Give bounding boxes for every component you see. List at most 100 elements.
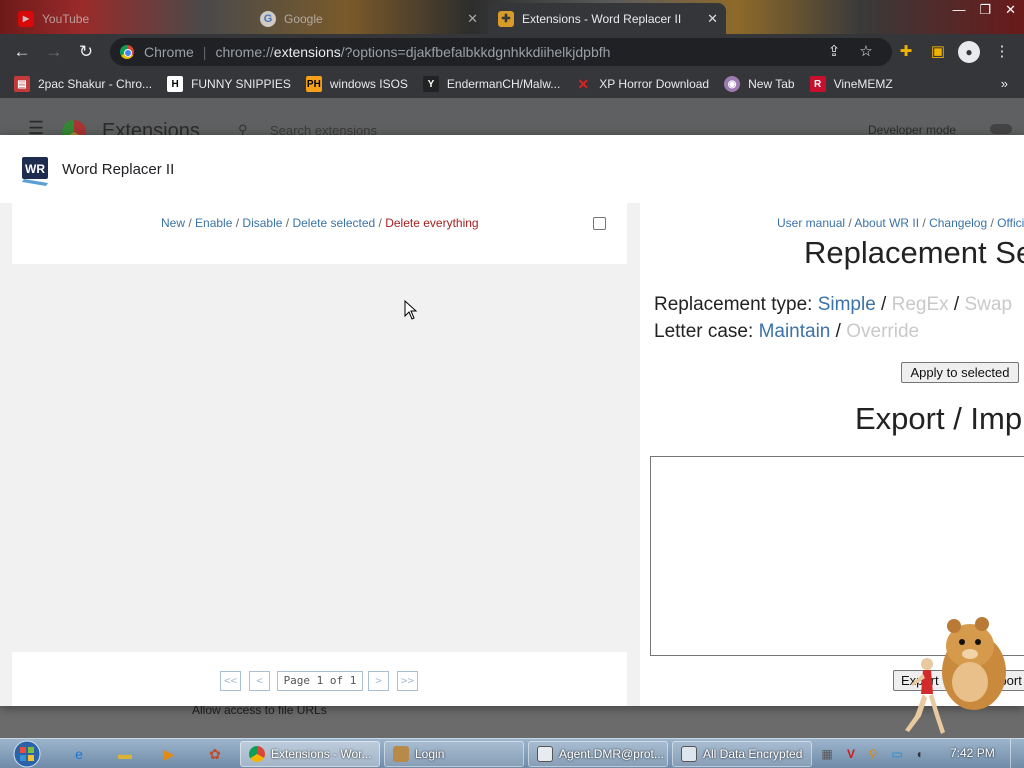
enable-link[interactable]: Enable <box>195 216 232 230</box>
new-link[interactable]: New <box>161 216 185 230</box>
bookmark-item[interactable]: R VineMEMZ <box>809 76 893 92</box>
tab-title: Extensions - Word Replacer II <box>522 11 682 26</box>
delete-everything-link[interactable]: Delete everything <box>385 216 478 230</box>
action-separator: / <box>282 216 293 230</box>
h-icon: H <box>167 76 184 92</box>
window-icon <box>681 746 697 762</box>
prev-page-button[interactable]: < <box>249 671 270 691</box>
taskbar-item-chrome[interactable]: Extensions - Wor... <box>240 741 380 767</box>
forward-arrow-icon[interactable]: → <box>44 42 64 62</box>
v-tray-icon[interactable]: V <box>844 747 858 761</box>
dialog-title: Word Replacer II <box>62 161 175 178</box>
bookmark-label: windows ISOS <box>329 77 408 91</box>
volume-icon[interactable]: ◖ <box>912 747 926 761</box>
replacement-settings-heading: Replacement Se <box>804 235 1024 270</box>
close-tab-icon[interactable]: ✕ <box>467 11 478 27</box>
puzzle-icon: ✚ <box>498 10 514 27</box>
word-replacer-logo-icon: WR <box>22 157 48 186</box>
bookmark-item[interactable]: Y EndermanCH/Malw... <box>422 76 560 92</box>
mouse-cursor-icon <box>404 300 418 320</box>
action-separator: / <box>185 216 196 230</box>
export-import-heading: Export / Imp <box>855 401 1023 436</box>
r-icon: R <box>809 76 826 92</box>
replacement-type-label: Replacement type: <box>654 294 818 315</box>
display-icon[interactable]: ▭ <box>890 747 904 761</box>
network-icon[interactable]: ▦ <box>820 747 834 761</box>
first-page-button[interactable]: << <box>220 671 241 691</box>
action-separator: / <box>375 216 386 230</box>
bookmark-label: FUNNY SNIPPIES <box>191 77 291 91</box>
taskbar-item-window[interactable]: All Data Encrypted <box>672 741 812 767</box>
official-link[interactable]: Offici <box>997 216 1024 230</box>
override-option[interactable]: Override <box>846 321 919 342</box>
next-page-button[interactable]: > <box>368 671 389 691</box>
yp-icon: Y <box>422 76 439 92</box>
globe-icon: ◉ <box>724 76 741 92</box>
dialog-body: New / Enable / Disable / Delete selected… <box>0 203 1024 706</box>
regex-option[interactable]: RegEx <box>892 294 949 315</box>
back-arrow-icon[interactable]: ← <box>12 42 32 62</box>
show-desktop-button[interactable] <box>1010 739 1024 768</box>
disable-link[interactable]: Disable <box>242 216 282 230</box>
hamster-sprite <box>942 617 1006 710</box>
close-window-icon[interactable]: ✕ <box>1005 2 1016 18</box>
media-player-icon[interactable]: ▶ <box>160 745 178 763</box>
info-links: User manual / About WR II / Changelog / … <box>777 216 1024 230</box>
last-page-button[interactable]: >> <box>397 671 418 691</box>
changelog-link[interactable]: Changelog <box>929 216 987 230</box>
window-controls: — ❐ ✕ <box>952 2 1016 18</box>
address-bar[interactable]: Chrome | chrome://extensions/?options=dj… <box>110 38 892 66</box>
options-dialog: WR Word Replacer II New / Enable / Disab… <box>0 135 1024 706</box>
star-icon[interactable]: ☆ <box>856 42 876 62</box>
close-tab-icon[interactable]: ✕ <box>707 11 718 27</box>
url-path: /?options=djakfbefalbkkdgnhkkdiihelkjdpb… <box>340 44 611 60</box>
developer-mode-toggle[interactable] <box>990 124 1012 134</box>
simple-option[interactable]: Simple <box>818 294 876 315</box>
bookmark-item[interactable]: PH windows ISOS <box>305 76 408 92</box>
start-button-icon[interactable] <box>10 739 44 768</box>
search-tray-icon[interactable]: ⚲ <box>866 747 880 761</box>
user-manual-link[interactable]: User manual <box>777 216 845 230</box>
bookmark-item[interactable]: H FUNNY SNIPPIES <box>167 76 291 92</box>
tab-strip: ▶ YouTube G Google ✕ ✚ Extensions - Word… <box>0 0 1024 34</box>
address-separator: | <box>202 44 207 60</box>
bookmarks-overflow-icon[interactable]: » <box>1001 76 1008 91</box>
internet-explorer-icon[interactable]: e <box>70 745 88 763</box>
app-launcher-icon[interactable]: ✿ <box>206 745 224 763</box>
tab-extensions[interactable]: ✚ Extensions - Word Replacer II ✕ <box>488 3 726 34</box>
folder-icon[interactable]: ▬ <box>116 745 134 763</box>
taskbar-item-login[interactable]: Login <box>384 741 524 767</box>
side-panel-icon[interactable]: ▣ <box>928 42 948 62</box>
extensions-puzzle-icon[interactable]: ✚ <box>896 42 916 62</box>
x-icon: ✕ <box>577 75 590 92</box>
page-indicator: Page 1 of 1 <box>277 671 363 691</box>
minimize-icon[interactable]: — <box>952 2 965 18</box>
bookmark-item[interactable]: ◉ New Tab <box>724 76 795 92</box>
tab-google[interactable]: G Google ✕ <box>250 3 486 34</box>
more-menu-icon[interactable]: ⋮ <box>992 42 1012 62</box>
bookmark-item[interactable]: ▤ 2pac Shakur - Chro... <box>14 76 152 92</box>
about-link[interactable]: About WR II <box>854 216 919 230</box>
chrome-icon <box>249 746 265 762</box>
swap-option[interactable]: Swap <box>965 294 1013 315</box>
bookmark-item[interactable]: ✕ XP Horror Download <box>575 76 709 92</box>
delete-selected-link[interactable]: Delete selected <box>292 216 375 230</box>
bookmark-label: New Tab <box>748 77 795 91</box>
replacement-type-row: Replacement type: Simple / RegEx / Swap <box>654 294 1013 315</box>
task-label: All Data Encrypted <box>703 747 803 761</box>
tab-youtube[interactable]: ▶ YouTube <box>8 3 248 34</box>
share-icon[interactable]: ⇪ <box>824 42 844 62</box>
apply-to-selected-button[interactable]: Apply to selected <box>901 362 1019 383</box>
list-actions: New / Enable / Disable / Delete selected… <box>161 216 479 230</box>
taskbar-item-mail[interactable]: Agent.DMR@prot... <box>528 741 668 767</box>
dialog-header: WR Word Replacer II <box>0 135 1024 203</box>
extensions-header: ☰ Extensions ⚲ Search extensions Develop… <box>0 98 1024 144</box>
maximize-icon[interactable]: ❐ <box>979 2 991 18</box>
reload-icon[interactable]: ↻ <box>76 42 96 62</box>
maintain-option[interactable]: Maintain <box>759 321 831 342</box>
clock[interactable]: 7:42 PM <box>950 746 995 760</box>
profile-avatar-icon[interactable]: ● <box>958 41 980 63</box>
select-all-checkbox[interactable] <box>593 217 606 230</box>
windows-taskbar: e ▬ ▶ ✿ Extensions - Wor... Login Agent.… <box>0 738 1024 768</box>
youtube-icon: ▶ <box>18 10 34 27</box>
